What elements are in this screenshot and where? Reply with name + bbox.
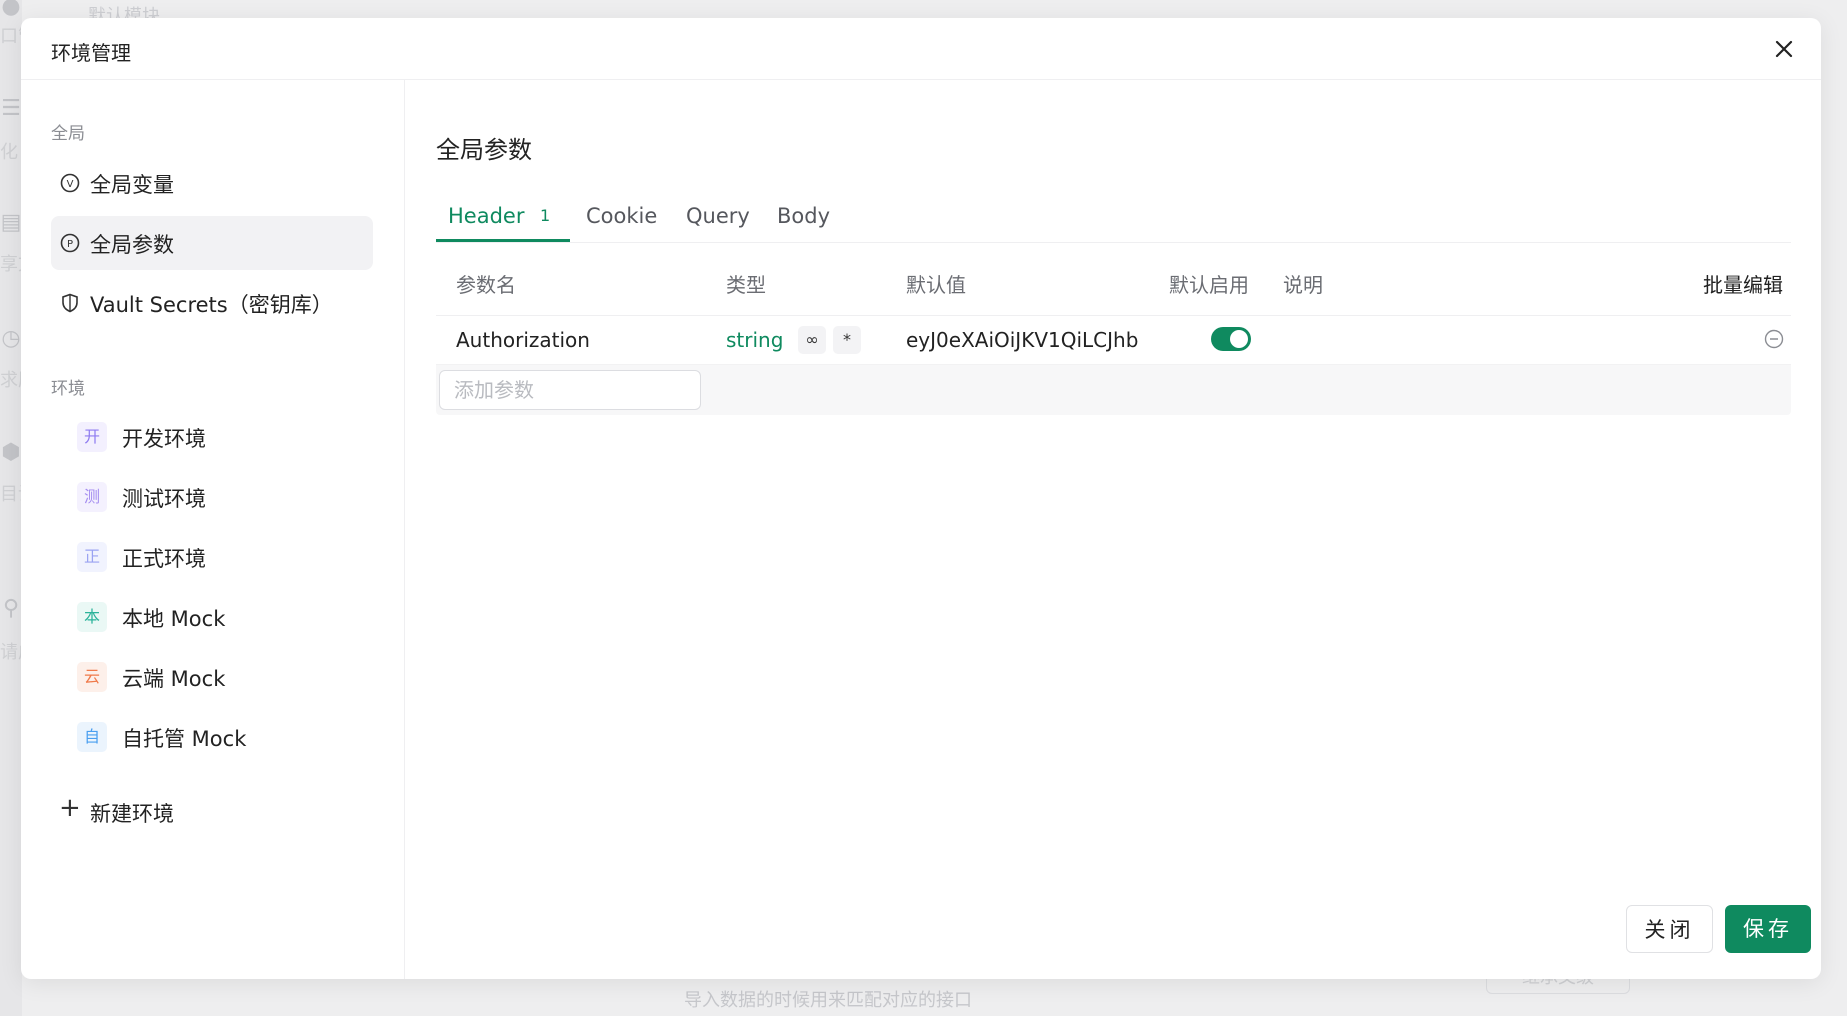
bg-side-text: 化 <box>0 142 18 163</box>
svg-text:P: P <box>67 239 73 250</box>
sidebar-item-dev-env[interactable]: 开 开发环境 <box>51 410 373 464</box>
background-sidebar: ● 口管 ☰ 化 ▤ 享文 ◷ 求历 ⬢ 目设 ⚲ 请成 <box>0 0 22 1016</box>
tab-cookie[interactable]: Cookie <box>586 190 666 242</box>
tab-label: Header <box>448 204 525 228</box>
new-environment-label: 新建环境 <box>90 802 174 826</box>
env-label: 自托管 Mock <box>122 727 247 751</box>
env-badge: 正 <box>77 542 107 572</box>
page-title: 全局参数 <box>436 136 532 164</box>
sidebar-item-self-hosted-mock[interactable]: 自 自托管 Mock <box>51 710 373 764</box>
close-icon[interactable] <box>1771 36 1797 62</box>
required-toggle[interactable]: * <box>833 326 861 354</box>
tab-label: Body <box>777 204 831 228</box>
default-enabled-switch[interactable] <box>1211 327 1251 351</box>
column-header-type: 类型 <box>726 273 766 297</box>
sidebar-item-label: Vault Secrets（密钥库） <box>90 293 333 317</box>
global-parameters-panel: 全局参数 Header 1 Cookie Query Body 参数名 类型 默… <box>405 80 1821 979</box>
env-label: 云端 Mock <box>122 667 226 691</box>
sidebar-item-global-variables[interactable]: V 全局变量 <box>51 156 373 210</box>
param-name[interactable]: Authorization <box>456 328 590 352</box>
add-parameter-input[interactable] <box>439 370 701 410</box>
env-label: 测试环境 <box>122 487 206 511</box>
table-row: Authorization string ∞ * eyJ0eXAiOiJKV1Q… <box>436 316 1791 365</box>
dialog-title: 环境管理 <box>51 41 131 65</box>
new-environment-button[interactable]: + 新建环境 <box>51 785 373 835</box>
env-badge: 本 <box>77 602 107 632</box>
add-parameter-row <box>436 365 1791 415</box>
env-label: 开发环境 <box>122 427 206 451</box>
environment-section-label: 环境 <box>51 379 85 399</box>
link-icon[interactable]: ∞ <box>798 326 826 354</box>
bg-side-text: 口管 <box>0 26 22 47</box>
bg-side-text: 目设 <box>0 484 22 505</box>
column-header-enabled: 默认启用 <box>1169 273 1249 297</box>
environment-management-dialog: 环境管理 全局 V 全局变量 P 全局参数 Vault Secrets（密钥库）… <box>21 18 1821 979</box>
column-header-default-value: 默认值 <box>906 273 966 297</box>
sidebar-item-global-parameters[interactable]: P 全局参数 <box>51 216 373 270</box>
column-header-description: 说明 <box>1283 273 1323 297</box>
remove-circle-icon[interactable] <box>1763 328 1785 350</box>
sidebar-item-label: 全局参数 <box>90 233 174 257</box>
bg-hint-text: 导入数据的时候用来匹配对应的接口 <box>684 990 972 1011</box>
variable-circle-icon: V <box>59 172 81 194</box>
tab-body[interactable]: Body <box>777 190 837 242</box>
list-icon: ☰ <box>1 96 21 121</box>
sidebar-item-vault-secrets[interactable]: Vault Secrets（密钥库） <box>51 276 373 330</box>
parameters-table: 参数名 类型 默认值 默认启用 说明 批量编辑 Authorization st… <box>436 257 1791 427</box>
tab-count-badge: 1 <box>540 206 551 225</box>
dialog-header: 环境管理 <box>21 18 1821 80</box>
environment-sidebar: 全局 V 全局变量 P 全局参数 Vault Secrets（密钥库） 环境 开… <box>21 80 405 979</box>
tab-query[interactable]: Query <box>686 190 758 242</box>
parameter-circle-icon: P <box>59 232 81 254</box>
global-section-label: 全局 <box>51 124 85 144</box>
save-button[interactable]: 保存 <box>1725 905 1811 953</box>
env-badge: 测 <box>77 482 107 512</box>
app-logo-icon: ● <box>1 0 21 19</box>
column-header-name: 参数名 <box>456 273 516 297</box>
tab-label: Cookie <box>586 204 658 228</box>
env-label: 正式环境 <box>122 547 206 571</box>
active-tab-indicator <box>436 239 570 242</box>
settings-icon: ⬢ <box>1 440 21 465</box>
bulk-edit-button[interactable]: 批量编辑 <box>1703 269 1783 298</box>
bg-side-text: 请成 <box>0 642 22 663</box>
svg-text:V: V <box>67 179 74 190</box>
sidebar-item-cloud-mock[interactable]: 云 云端 Mock <box>51 650 373 704</box>
sidebar-item-local-mock[interactable]: 本 本地 Mock <box>51 590 373 644</box>
bg-side-text: 享文 <box>0 254 22 275</box>
sidebar-item-test-env[interactable]: 测 测试环境 <box>51 470 373 524</box>
param-type[interactable]: string <box>726 328 783 352</box>
env-label: 本地 Mock <box>122 607 226 631</box>
env-badge: 开 <box>77 422 107 452</box>
clock-icon: ◷ <box>1 326 21 351</box>
close-button[interactable]: 关闭 <box>1626 905 1713 953</box>
book-icon: ▤ <box>0 210 22 235</box>
plus-icon: + <box>59 793 81 823</box>
parameter-tabs: Header 1 Cookie Query Body <box>436 190 1791 243</box>
env-badge: 自 <box>77 722 107 752</box>
env-badge: 云 <box>77 662 107 692</box>
param-default-value[interactable]: eyJ0eXAiOiJKV1QiLCJhbGciOiJIUzI1NiJ9 <box>906 328 1139 352</box>
tab-header[interactable]: Header 1 <box>436 190 570 242</box>
shield-icon <box>59 292 81 314</box>
sidebar-item-prod-env[interactable]: 正 正式环境 <box>51 530 373 584</box>
user-add-icon: ⚲ <box>2 596 20 621</box>
sidebar-item-label: 全局变量 <box>90 173 174 197</box>
switch-knob <box>1230 330 1248 348</box>
bg-side-text: 求历 <box>0 370 22 391</box>
tab-label: Query <box>686 204 750 228</box>
